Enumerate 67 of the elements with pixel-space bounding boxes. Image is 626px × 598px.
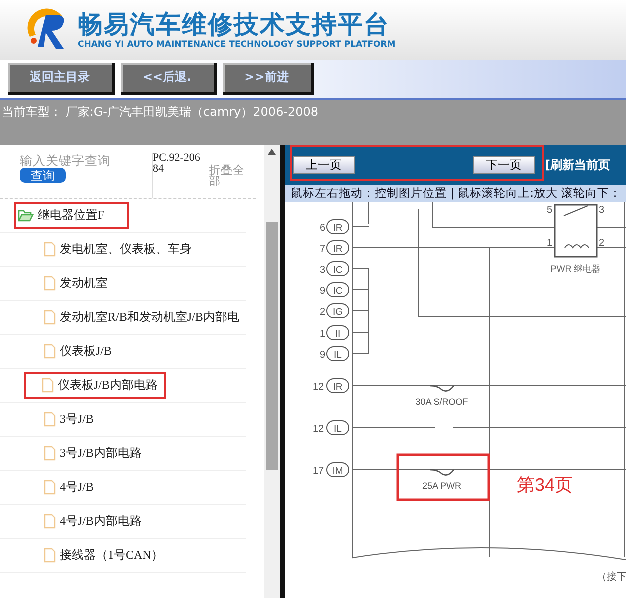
- tree-item[interactable]: 3号J/B内部电路: [42, 440, 150, 467]
- tree-folder[interactable]: 继电器位置F: [14, 202, 129, 229]
- document-icon: [44, 480, 56, 495]
- pin-number: 17: [313, 466, 324, 477]
- pin-number: 9: [320, 286, 326, 297]
- document-icon: [44, 412, 56, 427]
- tree-item[interactable]: 4号J/B: [42, 474, 102, 501]
- connector-pin: IR: [326, 240, 350, 256]
- relay-drawing: [554, 204, 598, 258]
- connector-pin: IC: [326, 282, 350, 298]
- fuse-label: 30A S/ROOF: [416, 397, 468, 407]
- open-folder-icon: [18, 209, 34, 222]
- document-icon: [44, 514, 56, 529]
- document-icon: [44, 310, 56, 325]
- pin-number: 12: [313, 382, 324, 393]
- nav-button[interactable]: >>前进: [222, 63, 314, 95]
- pin-number: 3: [320, 265, 326, 276]
- next-page-button[interactable]: 下一页: [473, 156, 535, 174]
- document-icon: [42, 378, 54, 393]
- part-code: PC.92-20684: [152, 153, 203, 198]
- refresh-page-link[interactable]: [刷新当前页: [545, 156, 610, 174]
- pin-number: 1: [320, 329, 326, 340]
- connector-pin: IL: [326, 420, 350, 436]
- pin-number: 6: [320, 223, 326, 234]
- fuse-symbol: [429, 469, 455, 476]
- search-button[interactable]: 查询: [20, 168, 66, 183]
- terminal-number: 3: [599, 205, 605, 216]
- nav-button[interactable]: <<后退.: [121, 63, 217, 95]
- document-icon: [44, 276, 56, 291]
- pin-number: 12: [313, 424, 324, 435]
- scrollbar[interactable]: [264, 145, 280, 598]
- connector-pin: IC: [326, 262, 350, 276]
- connector-pin: IL: [326, 346, 350, 362]
- pin-number: 7: [320, 244, 326, 255]
- document-icon: [44, 242, 56, 257]
- pin-number: 2: [320, 307, 326, 318]
- connector-pin: IR: [326, 220, 350, 234]
- current-model-text: 当前车型： 厂家:G-广汽丰田凯美瑞（camry）2006-2008: [1, 104, 320, 121]
- terminal-number: 1: [547, 238, 553, 249]
- pin-number: 9: [320, 350, 326, 361]
- document-icon: [44, 446, 56, 461]
- tree-item[interactable]: 4号J/B内部电路: [42, 508, 150, 535]
- page-annotation: 第34页: [517, 475, 574, 495]
- tree-item[interactable]: 发电机室、仪表板、车身: [42, 236, 200, 263]
- terminal-number: 2: [599, 238, 605, 249]
- platform-title: 畅易汽车维修技术支持平台: [78, 10, 391, 40]
- usage-hint: 鼠标左右拖动：控制图片位置 | 鼠标滚轮向上:放大 滚轮向下：: [285, 185, 626, 202]
- connector-pin: IM: [326, 462, 350, 478]
- fuse-symbol: [429, 385, 455, 392]
- tree-item[interactable]: 3号J/B: [42, 406, 102, 433]
- connector-pin: IR: [326, 378, 350, 394]
- tree-item[interactable]: 接线器（1号CAN）: [42, 542, 172, 569]
- document-icon: [44, 344, 56, 359]
- fuse-label: 25A PWR: [422, 481, 462, 491]
- tree-item[interactable]: 发动机室: [42, 270, 116, 297]
- platform-subtitle: CHANG YI AUTO MAINTENANCE TECHNOLOGY SUPPORT PLATFORM: [78, 40, 396, 50]
- tree-item[interactable]: 仪表板J/B: [42, 338, 120, 365]
- connector-pin: II: [326, 326, 350, 340]
- tree-item[interactable]: 仪表板J/B内部电路: [24, 372, 166, 399]
- tree-item[interactable]: 发动机室R/B和发动机室J/B内部电: [42, 304, 248, 331]
- document-icon: [44, 548, 56, 563]
- scroll-up-icon[interactable]: [268, 149, 276, 155]
- nav-button[interactable]: 返回主目录: [8, 63, 115, 95]
- relay-label: PWR 继电器: [550, 264, 602, 274]
- connector-pin: IG: [326, 304, 350, 318]
- previous-page-button[interactable]: 上一页: [293, 156, 355, 174]
- terminal-number: 5: [547, 205, 553, 216]
